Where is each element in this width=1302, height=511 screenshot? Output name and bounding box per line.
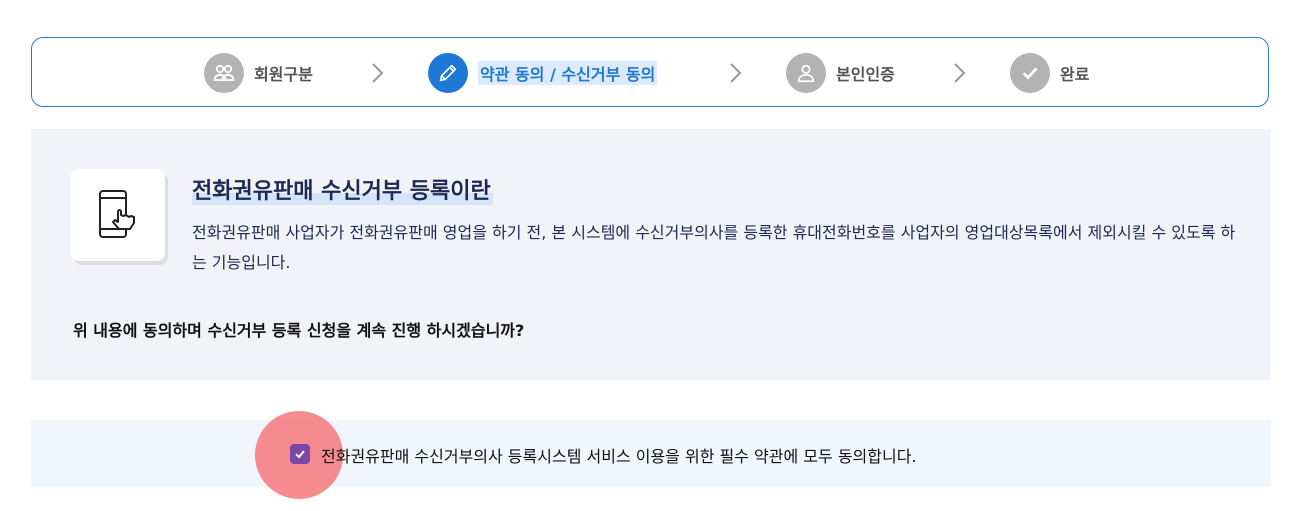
chevron-right-icon [954, 63, 966, 83]
step-member-type: 회원구분 [204, 53, 313, 93]
step-indicator: 회원구분 약관 동의 / 수신거부 동의 본인인증 완료 [31, 37, 1269, 107]
info-title: 전화권유판매 수신거부 등록이란 [192, 173, 493, 205]
chevron-right-icon [730, 63, 742, 83]
step-label: 본인인증 [836, 65, 895, 84]
step-terms-agreement: 약관 동의 / 수신거부 동의 [428, 53, 658, 93]
checkmark-icon [295, 450, 305, 459]
user-icon [786, 53, 826, 93]
agree-all-label[interactable]: 전화권유판매 수신거부의사 등록시스템 서비스 이용을 위한 필수 약관에 모두… [321, 443, 917, 467]
pencil-icon [428, 53, 468, 93]
step-identity-verification: 본인인증 [786, 53, 895, 93]
phone-touch-icon [71, 169, 165, 261]
info-section: 전화권유판매 수신거부 등록이란 전화권유판매 사업자가 전화권유판매 영업을 … [31, 129, 1271, 380]
users-icon [204, 53, 244, 93]
info-description: 전화권유판매 사업자가 전화권유판매 영업을 하기 전, 본 시스템에 수신거부… [192, 223, 1236, 272]
step-label: 회원구분 [254, 65, 313, 84]
info-question: 위 내용에 동의하며 수신거부 등록 신청을 계속 진행 하시겠습니까? [73, 321, 525, 340]
step-label: 약관 동의 / 수신거부 동의 [478, 61, 658, 85]
step-complete: 완료 [1010, 53, 1089, 93]
step-label: 완료 [1060, 65, 1090, 84]
agree-all-checkbox[interactable] [290, 444, 310, 464]
check-icon [1010, 53, 1050, 93]
chevron-right-icon [372, 63, 384, 83]
